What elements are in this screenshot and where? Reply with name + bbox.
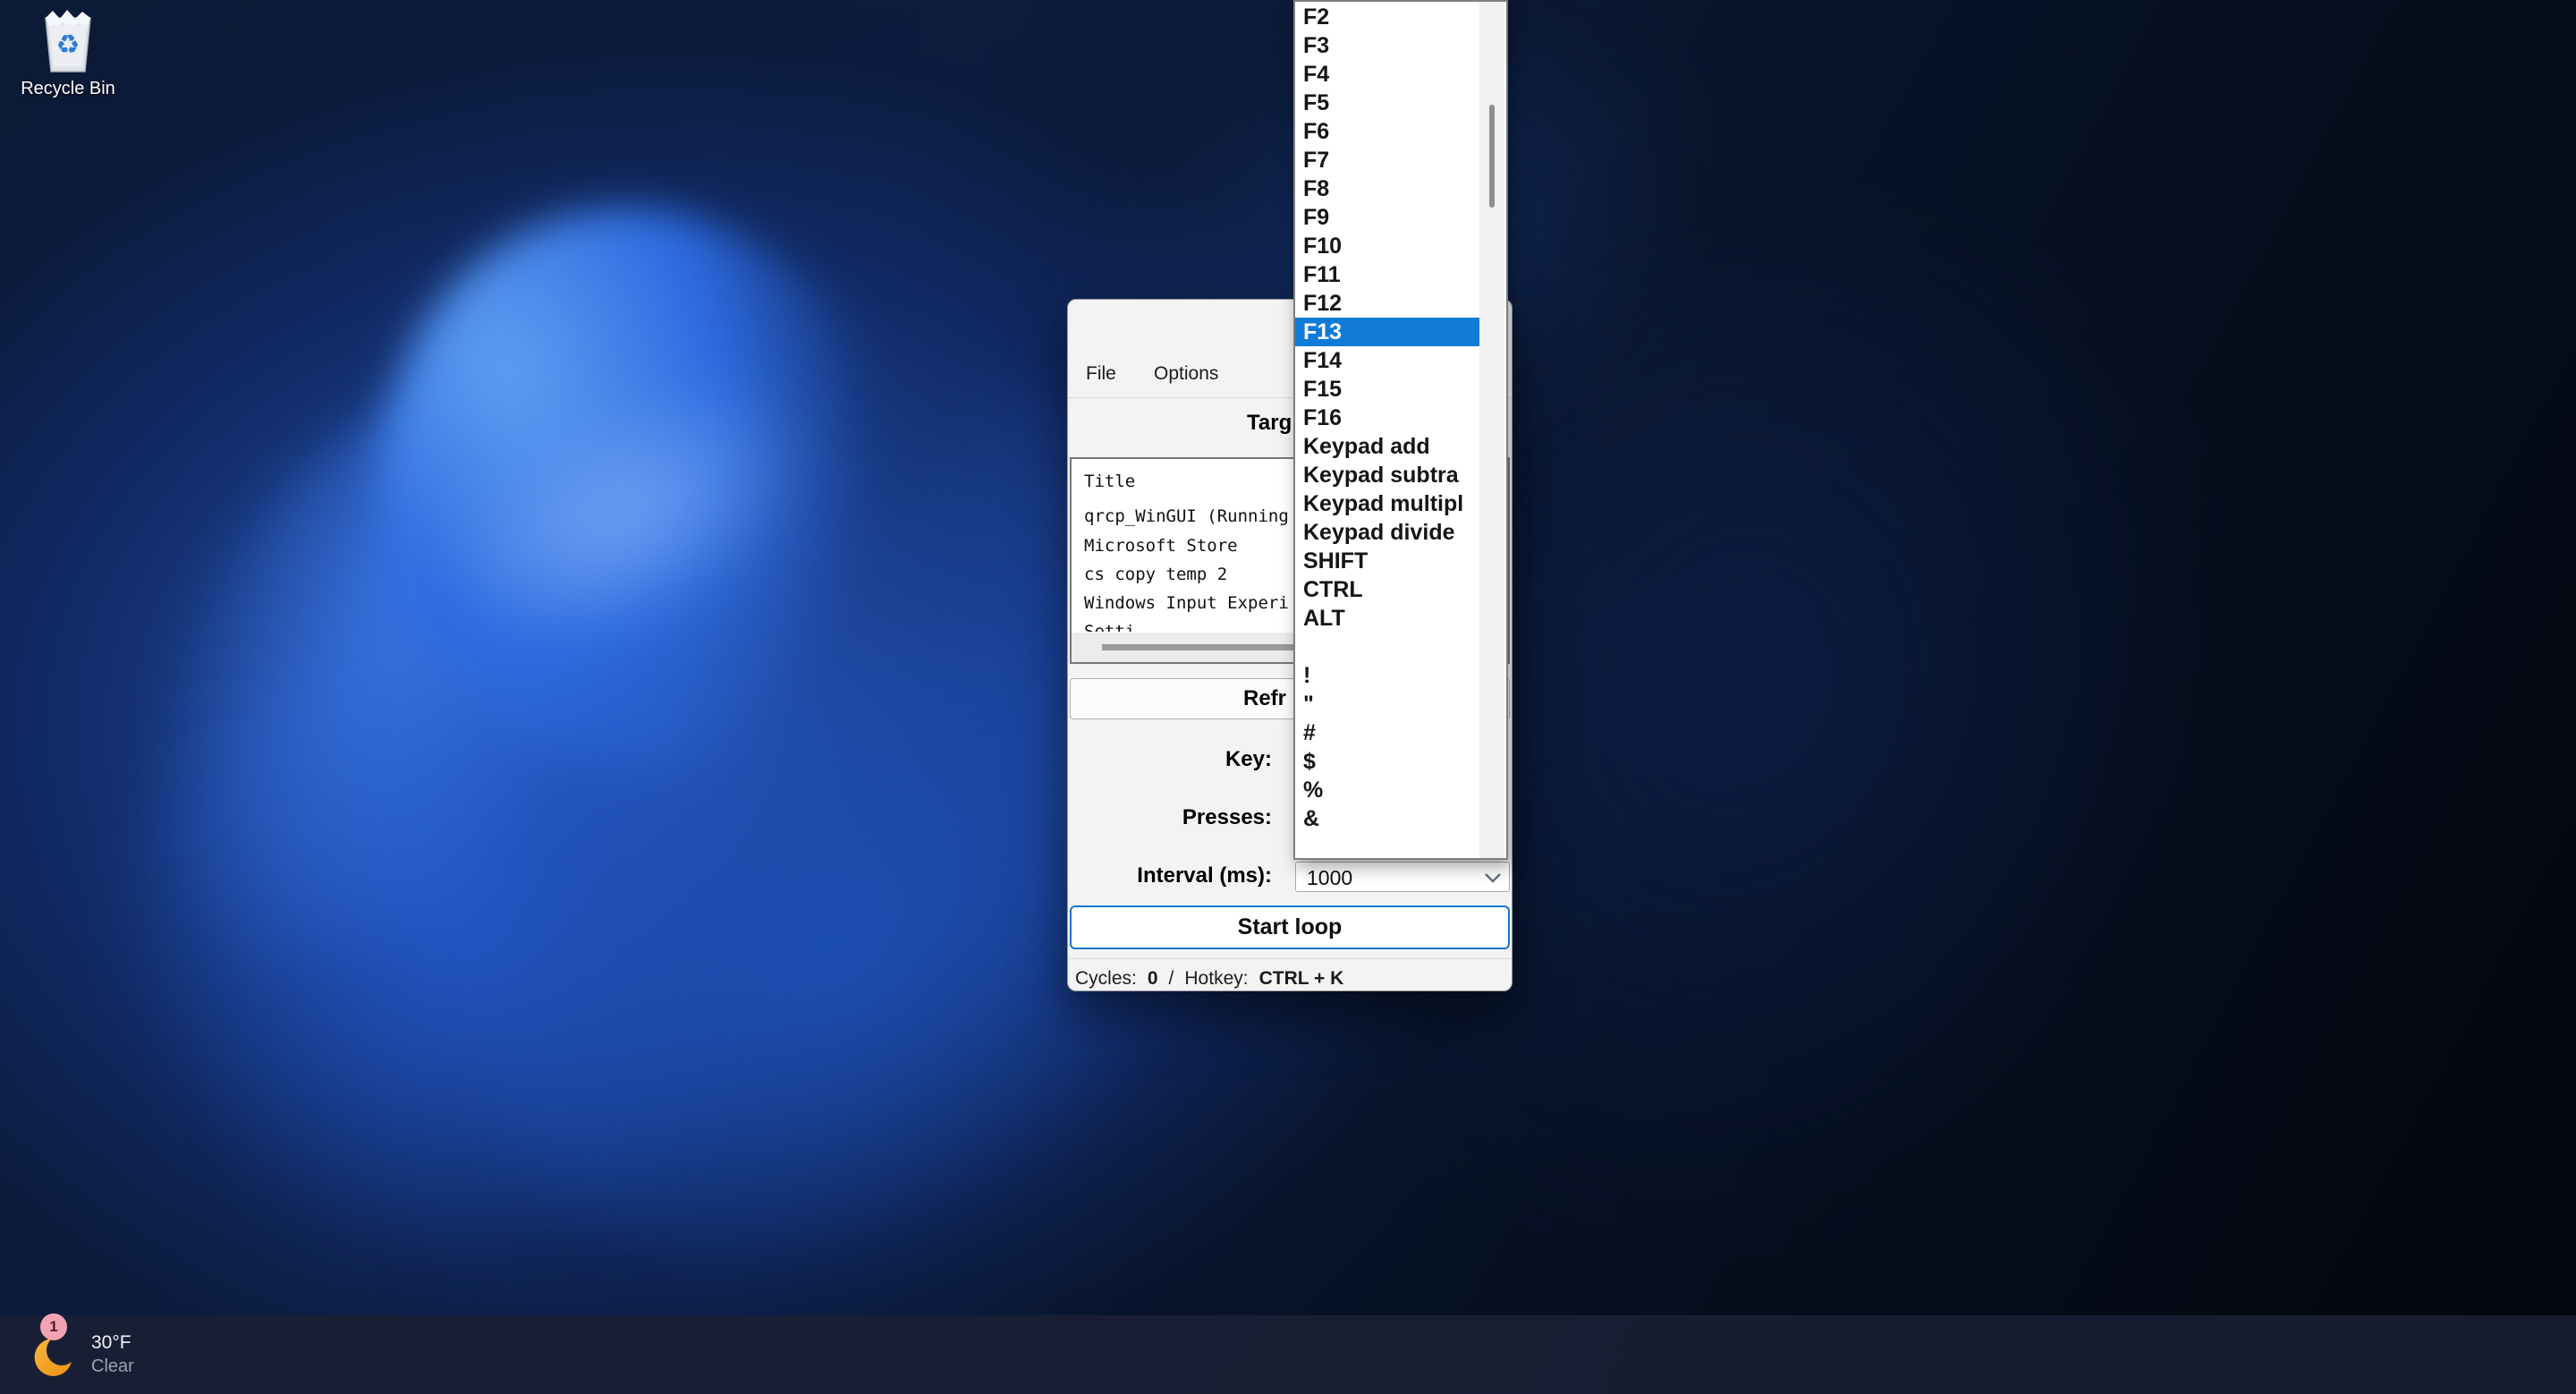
- list-item[interactable]: qrcp_WinGUI (Running: [1084, 506, 1289, 526]
- refresh-button-label: Refr: [1243, 686, 1286, 711]
- list-item[interactable]: Microsoft Store: [1084, 536, 1238, 556]
- status-separator: [1068, 958, 1512, 959]
- hotkey-value: CTRL + K: [1259, 968, 1344, 990]
- notification-badge: 1: [40, 1313, 67, 1340]
- key-option[interactable]: !: [1295, 661, 1481, 690]
- cycles-label: Cycles:: [1075, 968, 1137, 990]
- weather-widget[interactable]: 1 30°F Clear: [9, 1315, 233, 1394]
- cycles-value: 0: [1148, 968, 1158, 990]
- vertical-scrollbar-thumb[interactable]: [1489, 105, 1495, 208]
- key-option[interactable]: F14: [1295, 346, 1481, 375]
- weather-temperature: 30°F: [91, 1332, 134, 1354]
- key-option[interactable]: ALT: [1295, 604, 1481, 633]
- key-option[interactable]: CTRL: [1295, 575, 1481, 604]
- chevron-down-icon: [1484, 871, 1502, 884]
- list-item[interactable]: cs copy temp 2: [1084, 565, 1227, 584]
- key-option[interactable]: F2: [1295, 3, 1481, 31]
- recycle-bin-icon: ♻: [38, 7, 97, 75]
- key-option[interactable]: ": [1295, 690, 1481, 718]
- vertical-scrollbar[interactable]: [1479, 2, 1504, 858]
- recycle-bin-label: Recycle Bin: [13, 79, 123, 99]
- key-dropdown-list: F2 F3 F4 F5 F6 F7 F8 F9 F10 F11 F12 F13 …: [1295, 3, 1481, 833]
- key-option[interactable]: F11: [1295, 260, 1481, 289]
- moon-weather-icon: 1: [21, 1326, 79, 1383]
- start-loop-button[interactable]: Start loop: [1070, 905, 1510, 949]
- key-option[interactable]: F8: [1295, 174, 1481, 203]
- key-option[interactable]: F7: [1295, 146, 1481, 174]
- key-option[interactable]: F12: [1295, 289, 1481, 318]
- status-bar: Cycles: 0 / Hotkey: CTRL + K: [1075, 967, 1343, 990]
- key-option[interactable]: F9: [1295, 203, 1481, 232]
- menu-options[interactable]: Options: [1154, 362, 1218, 386]
- presses-label: Presses:: [1068, 805, 1272, 830]
- interval-combobox[interactable]: 1000: [1295, 862, 1510, 892]
- key-option[interactable]: F4: [1295, 60, 1481, 89]
- key-option[interactable]: [1295, 633, 1481, 661]
- key-option[interactable]: #: [1295, 718, 1481, 747]
- key-option[interactable]: &: [1295, 804, 1481, 833]
- menu-file[interactable]: File: [1086, 362, 1116, 386]
- list-header: Title: [1084, 472, 1135, 491]
- svg-text:♻: ♻: [56, 30, 80, 61]
- key-dropdown-popup: F2 F3 F4 F5 F6 F7 F8 F9 F10 F11 F12 F13 …: [1293, 0, 1508, 860]
- taskbar: 1 30°F Clear Search: [0, 1315, 2576, 1394]
- key-option[interactable]: F15: [1295, 375, 1481, 404]
- key-option[interactable]: Keypad multipl: [1295, 489, 1481, 518]
- status-slash: /: [1169, 968, 1174, 990]
- key-option-selected[interactable]: F13: [1295, 318, 1481, 346]
- target-label: Targ: [1247, 411, 1292, 436]
- key-option[interactable]: SHIFT: [1295, 547, 1481, 575]
- key-option[interactable]: Keypad subtra: [1295, 461, 1481, 489]
- interval-label: Interval (ms):: [1068, 863, 1272, 888]
- key-option[interactable]: F6: [1295, 117, 1481, 146]
- key-option[interactable]: Keypad add: [1295, 432, 1481, 461]
- key-option[interactable]: F16: [1295, 404, 1481, 432]
- interval-value: 1000: [1307, 866, 1352, 890]
- hotkey-label: Hotkey:: [1184, 968, 1248, 990]
- weather-condition: Clear: [91, 1356, 134, 1377]
- recycle-bin-shortcut[interactable]: ♻ Recycle Bin: [13, 7, 123, 99]
- key-label: Key:: [1068, 747, 1272, 772]
- key-option[interactable]: Keypad divide: [1295, 518, 1481, 547]
- list-item[interactable]: Windows Input Experi: [1084, 593, 1289, 613]
- key-option[interactable]: F5: [1295, 89, 1481, 117]
- key-option[interactable]: %: [1295, 776, 1481, 804]
- screen: ♻ Recycle Bin File Options Targ Title qr…: [0, 0, 2576, 1394]
- key-option[interactable]: F3: [1295, 31, 1481, 60]
- list-item-partial[interactable]: Setti: [1084, 622, 1135, 632]
- key-option[interactable]: F10: [1295, 232, 1481, 260]
- key-option[interactable]: $: [1295, 747, 1481, 776]
